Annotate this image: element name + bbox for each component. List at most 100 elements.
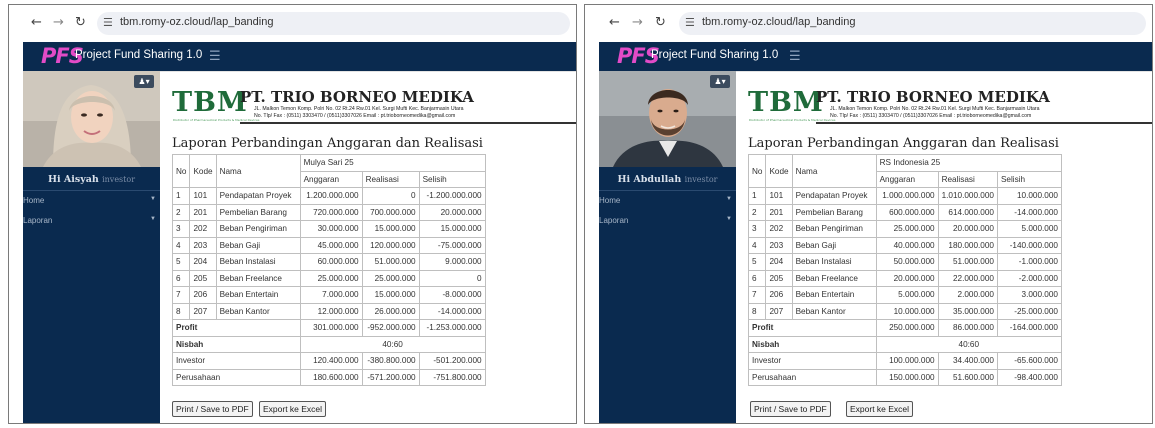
cell-nama: Pembelian Barang <box>791 203 877 221</box>
cell-no: 6 <box>171 269 191 287</box>
table-body: 1 101 Pendapatan Proyek 1.000.000.000 1.010.… <box>747 187 1062 320</box>
investor-selisih: -65.600.000 <box>996 352 1062 370</box>
cell-nama: Beban Pengiriman <box>215 220 301 238</box>
sidebar: ♟▾ Hi Abdullah investor Home ▼ Laporan ▼ <box>599 71 736 423</box>
header-selisih: Selisih <box>996 170 1062 188</box>
comparison-table: No Kode Nama Mulya Sari 25 Anggaran Real… <box>171 154 486 386</box>
perusahaan-realisasi: 51.600.000 <box>937 368 998 386</box>
cell-no: 2 <box>747 203 767 221</box>
profit-label: Profit <box>748 319 877 337</box>
investor-anggaran: 120.400.000 <box>299 352 363 370</box>
user-greeting: Hi Aisyah investor <box>23 174 160 185</box>
header-kode: Kode <box>765 154 793 188</box>
cell-selisih: 9.000.000 <box>418 253 486 271</box>
cell-anggaran: 5.000.000 <box>875 286 939 304</box>
user-icon: ♟▾ <box>138 77 150 86</box>
perusahaan-selisih: -751.800.000 <box>418 368 486 386</box>
user-role: investor <box>102 175 136 184</box>
export-excel-button[interactable]: Export ke Excel <box>846 401 914 417</box>
cell-realisasi: 2.000.000 <box>937 286 998 304</box>
print-pdf-button[interactable]: Print / Save to PDF <box>750 401 831 417</box>
company-name: PT. TRIO BORNEO MEDIKA <box>240 88 474 106</box>
sidebar: ♟▾ Hi Aisyah investor Home ▼ Laporan ▼ <box>23 71 160 423</box>
address-bar[interactable]: ☰ tbm.romy-oz.cloud/lap_banding <box>679 12 1146 35</box>
investor-row: Investor 120.400.000 -380.800.000 -501.2… <box>172 352 486 370</box>
app-header: PFS Project Fund Sharing 1.0 ☰ <box>23 42 576 71</box>
address-bar[interactable]: ☰ tbm.romy-oz.cloud/lap_banding <box>97 12 570 35</box>
cell-kode: 207 <box>765 302 793 320</box>
header-realisasi: Realisasi <box>361 170 420 188</box>
app-title: Project Fund Sharing 1.0 <box>651 49 779 61</box>
cell-kode: 101 <box>765 187 793 205</box>
sidebar-item-label: Home <box>23 196 45 205</box>
print-pdf-button[interactable]: Print / Save to PDF <box>172 401 253 417</box>
cell-kode: 203 <box>765 236 793 254</box>
back-arrow-icon[interactable]: ← <box>609 16 620 30</box>
table-row: 6 205 Beban Freelance 25.000.000 25.000.000 0 <box>171 269 486 287</box>
cell-anggaran: 720.000.000 <box>299 203 363 221</box>
site-settings-icon[interactable]: ☰ <box>685 16 695 29</box>
hamburger-menu-icon[interactable]: ☰ <box>789 49 801 64</box>
cell-nama: Beban Pengiriman <box>791 220 877 238</box>
cell-nama: Beban Instalasi <box>791 253 877 271</box>
cell-nama: Beban Freelance <box>791 269 877 287</box>
profit-label: Profit <box>172 319 301 337</box>
cell-no: 7 <box>171 286 191 304</box>
forward-arrow-icon[interactable]: → <box>632 16 643 30</box>
reload-icon[interactable]: ↻ <box>75 16 86 30</box>
header-nama: Nama <box>215 154 301 188</box>
sidebar-item-home[interactable]: Home ▼ <box>599 196 736 205</box>
sidebar-divider <box>23 190 160 191</box>
investor-realisasi: 34.400.000 <box>937 352 998 370</box>
nisbah-label: Nisbah <box>172 335 301 353</box>
cell-realisasi: 614.000.000 <box>937 203 998 221</box>
user-name: Hi Abdullah <box>617 174 682 185</box>
cell-selisih: -14.000.000 <box>996 203 1062 221</box>
tbm-logo: TBM <box>172 87 248 118</box>
cell-selisih: -1.000.000 <box>996 253 1062 271</box>
table-row: 4 203 Beban Gaji 40.000.000 180.000.000 -140.… <box>747 236 1062 254</box>
cell-realisasi: 15.000.000 <box>361 286 420 304</box>
export-excel-button[interactable]: Export ke Excel <box>259 401 327 417</box>
reload-icon[interactable]: ↻ <box>655 16 666 30</box>
site-settings-icon[interactable]: ☰ <box>103 16 113 29</box>
sidebar-item-home[interactable]: Home ▼ <box>23 196 160 205</box>
table-row: 1 101 Pendapatan Proyek 1.200.000.000 0 -1.20… <box>171 187 486 205</box>
project-name: Mulya Sari 25 <box>299 154 486 172</box>
cell-selisih: -1.200.000.000 <box>418 187 486 205</box>
cell-realisasi: 15.000.000 <box>361 220 420 238</box>
cell-anggaran: 45.000.000 <box>299 236 363 254</box>
cell-nama: Pembelian Barang <box>215 203 301 221</box>
nisbah-label: Nisbah <box>748 335 877 353</box>
perusahaan-selisih: -98.400.000 <box>996 368 1062 386</box>
investor-row: Investor 100.000.000 34.400.000 -65.600.… <box>748 352 1062 370</box>
cell-anggaran: 1.200.000.000 <box>299 187 363 205</box>
hamburger-menu-icon[interactable]: ☰ <box>209 49 221 64</box>
cell-selisih: -25.000.000 <box>996 302 1062 320</box>
cell-nama: Beban Gaji <box>791 236 877 254</box>
profit-row: Profit 301.000.000 -952.000.000 -1.253.0… <box>172 319 486 337</box>
browser-window-right: ← → ↻ ☰ tbm.romy-oz.cloud/lap_banding PF… <box>584 4 1153 424</box>
table-row: 6 205 Beban Freelance 20.000.000 22.000.000-… <box>747 269 1062 287</box>
profit-selisih: -164.000.000 <box>996 319 1062 337</box>
user-menu-button[interactable]: ♟▾ <box>710 75 730 88</box>
avatar: ♟▾ <box>599 71 736 167</box>
forward-arrow-icon[interactable]: → <box>53 16 64 30</box>
cell-selisih: 0 <box>418 269 486 287</box>
sidebar-item-laporan[interactable]: Laporan ▼ <box>23 216 160 225</box>
chevron-down-icon: ▼ <box>726 196 732 202</box>
url-text: tbm.romy-oz.cloud/lap_banding <box>702 16 856 28</box>
cell-realisasi: 0 <box>361 187 420 205</box>
cell-realisasi: 120.000.000 <box>361 236 420 254</box>
cell-anggaran: 20.000.000 <box>875 269 939 287</box>
profit-realisasi: 86.000.000 <box>937 319 998 337</box>
cell-selisih: 10.000.000 <box>996 187 1062 205</box>
back-arrow-icon[interactable]: ← <box>31 16 42 30</box>
user-menu-button[interactable]: ♟▾ <box>134 75 154 88</box>
cell-no: 6 <box>747 269 767 287</box>
cell-selisih: 5.000.000 <box>996 220 1062 238</box>
sidebar-item-label: Laporan <box>23 216 53 225</box>
table-row: 2 201 Pembelian Barang 600.000.000 614.000.0… <box>747 203 1062 221</box>
cell-kode: 205 <box>765 269 793 287</box>
sidebar-item-laporan[interactable]: Laporan ▼ <box>599 216 736 225</box>
